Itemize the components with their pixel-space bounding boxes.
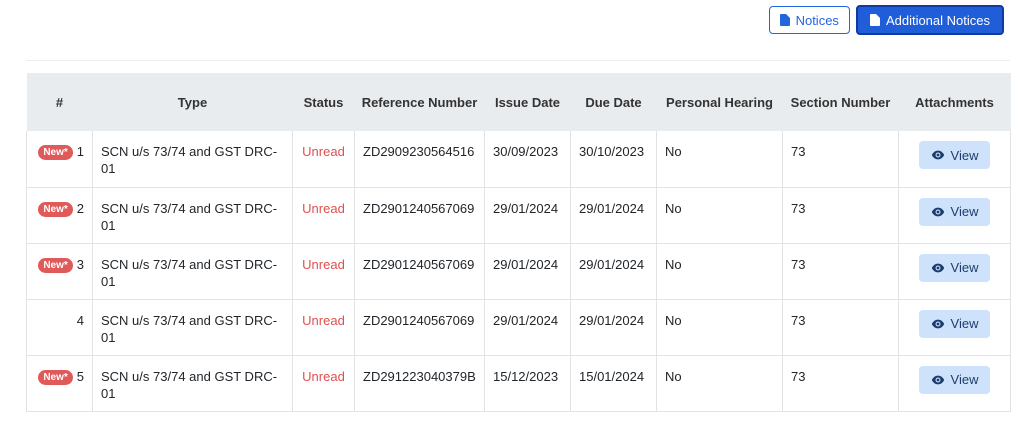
cell-section-number: 73 [782, 242, 899, 300]
column-header-number: # [26, 73, 93, 131]
cell-type: SCN u/s 73/74 and GST DRC-01 [92, 242, 293, 300]
cell-personal-hearing: No [656, 186, 783, 244]
table-header-row: # Type Status Reference Number Issue Dat… [26, 73, 1011, 131]
cell-attachments: View [898, 298, 1011, 356]
column-header-type: Type [92, 73, 293, 131]
file-icon [779, 14, 790, 26]
eye-icon [931, 319, 944, 328]
view-button[interactable]: View [918, 365, 991, 394]
cell-reference: ZD2901240567069 [354, 186, 485, 244]
page: Notices Additional Notices # Type Status… [0, 0, 1024, 428]
cell-issue-date: 30/09/2023 [484, 131, 571, 188]
eye-icon [931, 263, 944, 272]
notices-button-label: Notices [795, 12, 839, 28]
additional-notices-button[interactable]: Additional Notices [855, 5, 1004, 35]
view-button[interactable]: View [918, 197, 991, 226]
cell-due-date: 29/01/2024 [570, 242, 657, 300]
additional-notices-button-label: Additional Notices [885, 12, 990, 28]
new-badge: New* [38, 257, 73, 273]
view-button[interactable]: View [918, 253, 991, 282]
row-number: 5 [76, 368, 84, 384]
cell-personal-hearing: No [656, 298, 783, 356]
view-button-label: View [950, 316, 979, 331]
cell-type: SCN u/s 73/74 and GST DRC-01 [92, 354, 293, 412]
new-badge: New* [38, 145, 73, 160]
cell-attachments: View [898, 131, 1011, 188]
cell-number: New* 3 [26, 242, 93, 300]
view-button-label: View [950, 147, 979, 163]
column-header-section-number: Section Number [782, 73, 899, 131]
cell-personal-hearing: No [656, 131, 783, 188]
cell-status: Unread [292, 186, 355, 244]
view-button[interactable]: View [918, 309, 991, 338]
new-badge: New* [38, 201, 73, 217]
cell-reference: ZD291223040379B [354, 354, 485, 412]
cell-reference: ZD2901240567069 [354, 242, 485, 300]
column-header-due-date: Due Date [570, 73, 657, 131]
cell-number: New* 2 [26, 186, 93, 244]
cell-attachments: View [898, 242, 1011, 300]
notices-table: # Type Status Reference Number Issue Dat… [26, 73, 1011, 412]
table-row[interactable]: 4 SCN u/s 73/74 and GST DRC-01 Unread ZD290… [26, 298, 1011, 356]
toolbar: Notices Additional Notices [768, 5, 1004, 35]
table-row[interactable]: New* 2 SCN u/s 73/74 and GST DRC-01 Unread Z… [26, 186, 1011, 244]
cell-status: Unread [292, 354, 355, 412]
cell-type: SCN u/s 73/74 and GST DRC-01 [92, 186, 293, 244]
column-header-status: Status [292, 73, 355, 131]
table-row[interactable]: New* 3 SCN u/s 73/74 and GST DRC-01 Unread Z… [26, 242, 1011, 300]
cell-issue-date: 29/01/2024 [484, 298, 571, 356]
view-button[interactable]: View [918, 141, 991, 169]
cell-attachments: View [898, 354, 1011, 412]
cell-section-number: 73 [782, 186, 899, 244]
file-icon [869, 14, 880, 26]
cell-due-date: 30/10/2023 [570, 131, 657, 188]
cell-number: New* 5 [26, 354, 93, 412]
eye-icon [931, 207, 944, 216]
eye-icon [931, 150, 944, 160]
cell-due-date: 29/01/2024 [570, 298, 657, 356]
column-header-personal-hearing: Personal Hearing [656, 73, 783, 131]
view-button-label: View [950, 204, 979, 219]
cell-type: SCN u/s 73/74 and GST DRC-01 [92, 298, 293, 356]
row-number: 3 [76, 256, 84, 272]
cell-personal-hearing: No [656, 242, 783, 300]
row-number: 1 [76, 144, 84, 159]
cell-type: SCN u/s 73/74 and GST DRC-01 [92, 131, 293, 188]
new-badge: New* [38, 369, 73, 385]
view-button-label: View [950, 372, 979, 387]
row-number: 2 [76, 200, 84, 216]
table-row[interactable]: New* 5 SCN u/s 73/74 and GST DRC-01 Unread Z… [26, 354, 1011, 412]
column-header-issue-date: Issue Date [484, 73, 571, 131]
cell-status: Unread [292, 242, 355, 300]
notices-button[interactable]: Notices [768, 6, 850, 34]
table-row[interactable]: New* 1 SCN u/s 73/74 and GST DRC-01 Unread Z… [26, 131, 1011, 188]
cell-personal-hearing: No [656, 354, 783, 412]
eye-icon [931, 375, 944, 384]
cell-due-date: 15/01/2024 [570, 354, 657, 412]
divider [26, 60, 1010, 61]
column-header-attachments: Attachments [898, 73, 1011, 131]
cell-section-number: 73 [782, 131, 899, 188]
cell-status: Unread [292, 298, 355, 356]
cell-number: New* 1 [26, 131, 93, 188]
cell-number: 4 [26, 298, 93, 356]
cell-issue-date: 15/12/2023 [484, 354, 571, 412]
cell-status: Unread [292, 131, 355, 188]
cell-attachments: View [898, 186, 1011, 244]
view-button-label: View [950, 260, 979, 275]
row-number: 4 [76, 312, 84, 328]
cell-due-date: 29/01/2024 [570, 186, 657, 244]
cell-reference: ZD2901240567069 [354, 298, 485, 356]
column-header-reference: Reference Number [354, 73, 485, 131]
cell-section-number: 73 [782, 298, 899, 356]
cell-issue-date: 29/01/2024 [484, 242, 571, 300]
cell-section-number: 73 [782, 354, 899, 412]
cell-issue-date: 29/01/2024 [484, 186, 571, 244]
cell-reference: ZD2909230564516 [354, 131, 485, 188]
